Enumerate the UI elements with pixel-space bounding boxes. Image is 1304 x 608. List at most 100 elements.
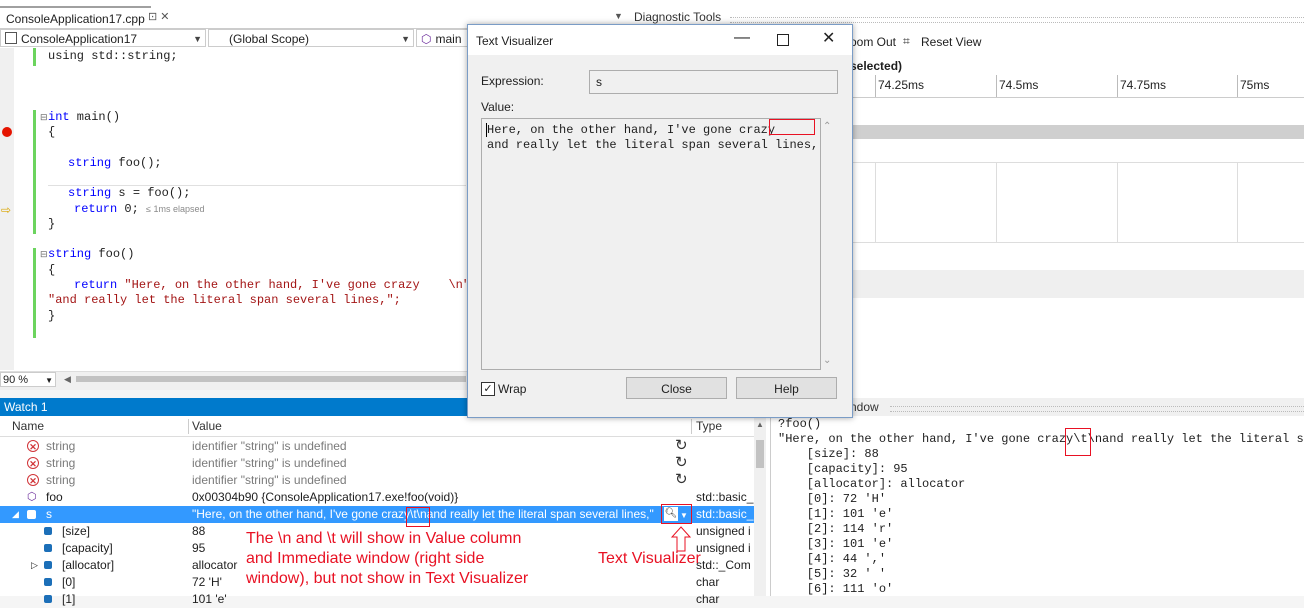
help-button[interactable]: Help [736,377,837,399]
expand-arrow-icon[interactable]: ◢ [12,506,19,523]
value-textarea[interactable]: Here, on the other hand, I've gone crazy… [481,118,821,370]
immediate-line: [4]: 44 ',' [778,552,887,566]
annotation-box [661,504,692,524]
watch-row-name: [0] [62,575,76,589]
project-icon [5,32,17,44]
wrap-label[interactable]: Wrap [498,382,526,396]
collapse-icon[interactable]: ⊟ [40,112,48,123]
scroll-down-icon[interactable]: ⌄ [823,355,831,366]
scope-dropdown-label: (Global Scope) [229,32,310,46]
timeline-tick [1117,75,1118,97]
column-header-name[interactable]: Name [12,418,44,435]
chevron-down-icon: ▼ [401,34,410,44]
watch-row[interactable]: ✕ string identifier "string" is undefine… [0,438,754,455]
watch-row[interactable]: ✕ string identifier "string" is undefine… [0,455,754,472]
variable-icon [27,510,36,519]
watch-row-name: string [46,473,76,487]
watch-row-value: identifier "string" is undefined [192,439,347,453]
watch-row[interactable]: ⬡ foo 0x00304b90 {ConsoleApplication17.e… [0,489,754,506]
file-tab[interactable]: ConsoleApplication17.cpp [0,6,151,30]
scroll-left-icon[interactable]: ◀ [64,374,71,385]
value-line: Here, on the other hand, I've gone crazy [487,123,776,137]
title-grip [890,406,1304,412]
zoom-out-button[interactable]: oom Out [850,35,896,49]
annotation-note: The \n and \t will show in Value column … [246,530,529,587]
scope-dropdown[interactable]: (Global Scope) ▼ [208,29,414,47]
field-icon [44,595,52,603]
field-icon [44,578,52,586]
column-divider[interactable] [691,419,692,434]
panel-menu-icon[interactable]: ▼ [614,11,623,21]
immediate-line: [2]: 114 'r' [778,522,894,536]
refresh-icon[interactable]: ↻ [675,455,688,471]
value-line: and really let the literal span several … [487,138,819,152]
close-icon[interactable]: ✕ [822,28,835,48]
column-header-value[interactable]: Value [192,418,222,435]
watch-row-value: identifier "string" is undefined [192,456,347,470]
function-icon: ⬡ [27,491,37,503]
watch-row-type: char [696,592,720,606]
scroll-up-icon[interactable]: ⌃ [823,121,831,132]
immediate-line: [5]: 32 ' ' [778,567,887,581]
annotation-label: Text Visualizer [598,550,701,567]
scroll-up-icon[interactable]: ▲ [756,420,764,429]
annotation-box [406,507,430,527]
expression-value: s [596,75,602,89]
expression-field[interactable]: s [589,70,838,94]
expand-arrow-icon[interactable]: ▷ [31,557,38,574]
elapsed-hint: ≤ 1ms elapsed [146,204,205,214]
grid-line [875,162,876,242]
error-icon: ✕ [27,474,39,486]
wrap-checkbox[interactable]: ✓ [481,382,495,396]
collapse-icon[interactable]: ⊟ [40,249,48,260]
member-dropdown-label: main [435,32,462,46]
reset-view-icon: ⌗ [903,34,910,48]
code-line: using std::string; [48,49,178,63]
code-line: } [48,309,56,323]
timeline-tick-label: 75ms [1240,78,1270,92]
column-divider[interactable] [188,419,189,434]
close-button[interactable]: Close [626,377,727,399]
grid-line [1117,162,1118,242]
watch-row-selected[interactable]: ◢ s "Here, on the other hand, I've gone … [0,506,754,523]
code-line: int main() [48,110,121,124]
column-header-type[interactable]: Type [696,418,722,435]
watch-row-name: [allocator] [62,558,115,572]
refresh-icon[interactable]: ↻ [675,438,688,454]
watch-row[interactable]: [1] 101 'e' char [0,591,754,608]
project-dropdown-label: ConsoleApplication17 [21,32,138,46]
reset-view-button[interactable]: Reset View [921,35,981,49]
code-line: string foo() [48,247,135,261]
code-line: string foo(); [68,156,162,170]
watch-row-name: [1] [62,592,76,606]
watch-row-value: 0x00304b90 {ConsoleApplication17.exe!foo… [192,490,459,504]
track-divider [850,162,1304,163]
immediate-line: ?foo() [778,417,822,431]
zoom-dropdown[interactable]: 90 % ▼ [0,372,56,387]
watch-row[interactable]: ✕ string identifier "string" is undefine… [0,472,754,489]
field-icon [44,561,52,569]
watch-row-value: 72 'H' [192,575,222,589]
minimize-icon[interactable]: — [734,29,750,47]
watch-row-type: std::basic_ [696,507,754,521]
watch-row-value: 88 [192,524,206,538]
refresh-icon[interactable]: ↻ [675,472,688,488]
horizontal-scrollbar[interactable] [76,376,466,382]
tab-pin-close-icons[interactable]: ⊡ ✕ [148,10,170,23]
breakpoint-icon[interactable] [2,127,12,137]
function-icon: ⬡ [421,32,432,46]
maximize-icon[interactable] [777,34,789,46]
scrollbar-thumb[interactable] [756,440,764,468]
code-line: } [48,217,56,231]
watch-row-value: identifier "string" is undefined [192,473,347,487]
watch-row-type: char [696,575,720,589]
member-dropdown[interactable]: ⬡ main [416,29,468,47]
track-divider [850,242,1304,243]
timeline-tick-label: 74.25ms [878,78,925,92]
watch-row-type: std::basic_ [696,490,754,504]
watch-row-name: string [46,456,76,470]
diagnostic-tools-title: Diagnostic Tools [634,10,722,24]
project-dropdown[interactable]: ConsoleApplication17 ▼ [0,29,206,47]
selection-label: selected) [850,59,903,73]
change-bar [33,248,36,338]
